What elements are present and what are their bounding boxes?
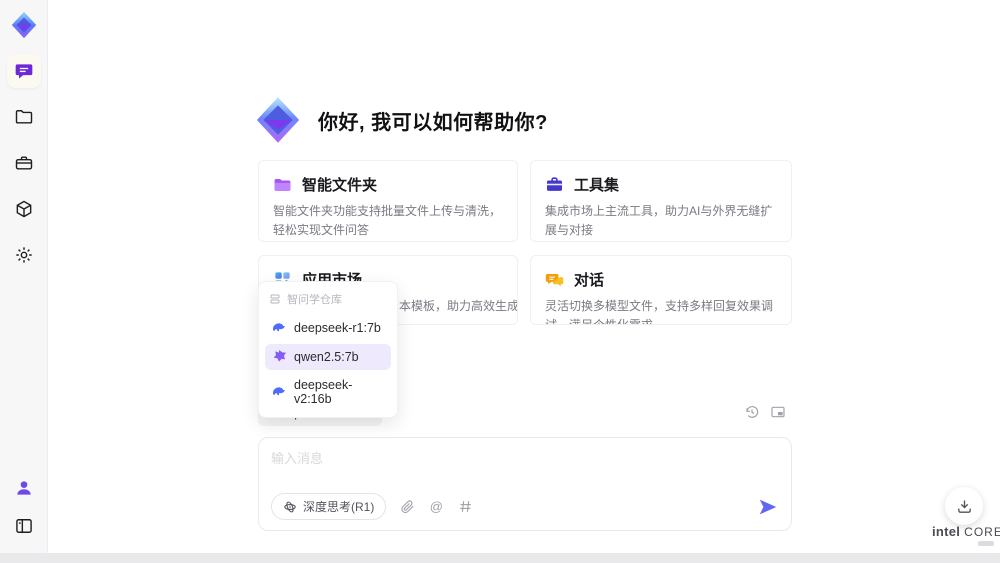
- download-icon: [957, 499, 971, 513]
- chat-gold-icon: [545, 273, 564, 287]
- deepseek-whale-icon: [272, 387, 285, 396]
- model-option-label: qwen2.5:7b: [294, 350, 359, 364]
- intel-core-logo: intel CORE: [932, 524, 1000, 546]
- intel-wordmark: intel: [932, 524, 961, 539]
- mention-icon[interactable]: @: [428, 499, 444, 515]
- model-option-deepseek-v2[interactable]: deepseek-v2:16b: [265, 373, 391, 411]
- message-input[interactable]: [271, 448, 779, 493]
- intel-core-sub-badge: [978, 541, 994, 546]
- core-wordmark: CORE: [964, 525, 1000, 539]
- card-toolset[interactable]: 工具集 集成市场上主流工具，助力AI与外界无缝扩展与对接: [530, 160, 792, 242]
- gear-icon: [15, 247, 32, 263]
- attachment-icon[interactable]: [399, 499, 415, 515]
- user-icon: [16, 481, 31, 495]
- app-logo-large-icon: [256, 97, 300, 143]
- model-option-deepseek-r1[interactable]: deepseek-r1:7b: [265, 315, 391, 341]
- sidebar-item-toolbox[interactable]: [7, 146, 41, 180]
- card-title: 对话: [574, 272, 605, 289]
- briefcase-indigo-icon: [546, 177, 563, 191]
- composer-toolbar: 深度思考(R1) @: [271, 493, 779, 520]
- sidebar-item-models[interactable]: [7, 192, 41, 226]
- card-title: 工具集: [574, 177, 620, 194]
- send-button[interactable]: [757, 496, 779, 518]
- repository-icon: [270, 294, 280, 304]
- app-window: 你好, 我可以如何帮助你? 智能文件夹 智能文件夹功能支持批量文件上传与清洗，轻…: [0, 0, 1000, 563]
- deep-think-label: 深度思考(R1): [303, 500, 375, 514]
- card-smart-folder[interactable]: 智能文件夹 智能文件夹功能支持批量文件上传与清洗，轻松实现文件问答: [258, 160, 518, 242]
- model-option-label: deepseek-r1:7b: [294, 321, 381, 335]
- page-title: 你好, 我可以如何帮助你?: [318, 111, 548, 134]
- hero: 你好, 我可以如何帮助你?: [252, 94, 548, 146]
- sidebar-item-settings[interactable]: [7, 238, 41, 272]
- card-description: 灵活切换多模型文件，支持多样回复效果调试，满足个性化需求: [545, 299, 774, 325]
- card-description: 智能文件夹功能支持批量文件上传与清洗，轻松实现文件问答: [273, 204, 502, 237]
- composer-utility-icons: [744, 404, 786, 420]
- model-option-label: deepseek-v2:16b: [294, 378, 353, 406]
- bottom-edge-bar: [0, 553, 1000, 563]
- model-dropdown: 智问学仓库 deepseek-r1:7b qwen2.5:7b deepseek…: [258, 281, 398, 418]
- download-button[interactable]: [945, 487, 983, 525]
- model-dropdown-header: 智问学仓库: [265, 288, 391, 312]
- history-icon[interactable]: [744, 404, 760, 420]
- qwen-logo-icon: [273, 350, 286, 362]
- deep-think-toggle[interactable]: 深度思考(R1): [271, 493, 387, 520]
- model-option-qwen[interactable]: qwen2.5:7b: [265, 344, 391, 370]
- sidebar-item-chat[interactable]: [6, 54, 41, 88]
- sidebar-item-panel-toggle[interactable]: [7, 509, 41, 543]
- card-dialogue[interactable]: 对话 灵活切换多模型文件，支持多样回复效果调试，满足个性化需求: [530, 255, 792, 325]
- card-description-fragment: 本模板，助力高效生成多: [399, 299, 518, 313]
- card-title: 智能文件夹: [302, 177, 378, 194]
- chat-icon: [15, 64, 32, 79]
- folder-purple-icon: [274, 178, 291, 191]
- hash-grid-icon[interactable]: [457, 499, 473, 515]
- folder-icon: [15, 110, 32, 124]
- card-description: 集成市场上主流工具，助力AI与外界无缝扩展与对接: [545, 204, 773, 237]
- toolbox-icon: [15, 156, 32, 170]
- deep-think-icon: [284, 501, 296, 512]
- app-logo-icon: [7, 8, 41, 42]
- composer: 深度思考(R1) @: [258, 437, 792, 531]
- sidebar-item-account[interactable]: [7, 471, 41, 505]
- deepseek-whale-icon: [272, 323, 285, 332]
- panel-toggle-icon: [15, 519, 32, 533]
- cube-icon: [16, 200, 31, 218]
- sidebar: [0, 0, 48, 553]
- sidebar-item-files[interactable]: [7, 100, 41, 134]
- screen-window-icon[interactable]: [770, 404, 786, 420]
